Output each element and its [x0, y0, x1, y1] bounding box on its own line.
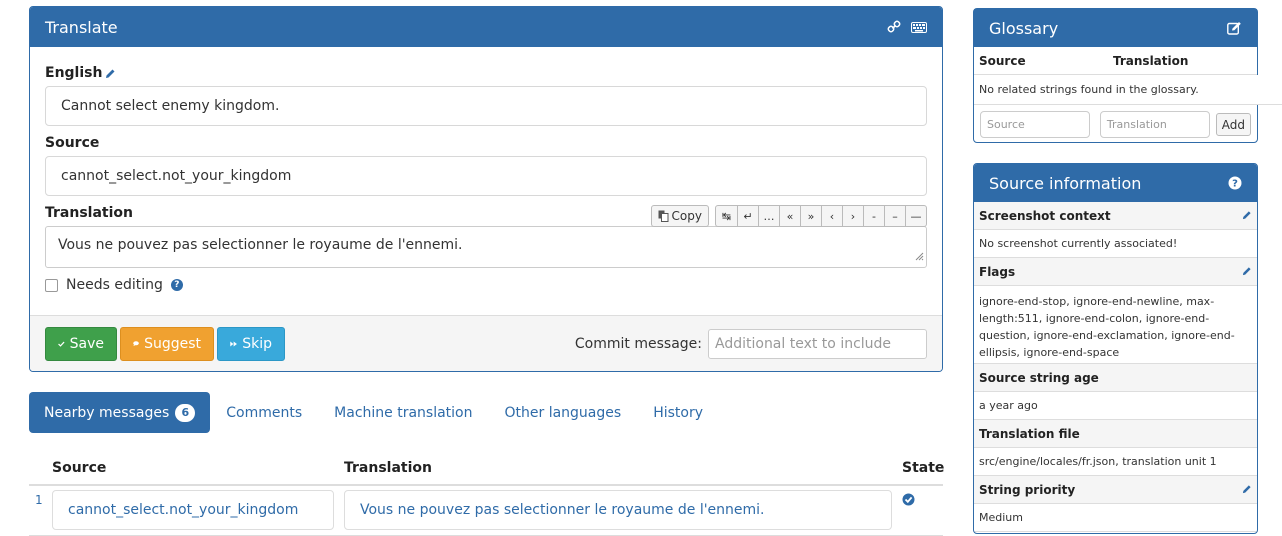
help-icon[interactable]: ?	[1228, 176, 1242, 190]
col-translation-header: Translation	[344, 460, 432, 476]
english-label: English	[45, 65, 103, 81]
char-hyphen-button[interactable]: -	[863, 206, 884, 226]
char-lsaquo-button[interactable]: ‹	[821, 206, 842, 226]
comment-icon	[133, 341, 139, 347]
nearby-count-badge: 6	[175, 403, 196, 422]
translate-header: Translate	[30, 7, 942, 47]
glossary-add-form: Source Translation Add	[974, 105, 1257, 144]
english-text: Cannot select enemy kingdom.	[45, 86, 927, 126]
translate-footer: Save Suggest Skip Commit message: Additi…	[30, 315, 942, 371]
pencil-icon[interactable]	[1242, 483, 1252, 497]
screenshot-context-label: Screenshot context	[979, 208, 1111, 223]
check-icon	[58, 341, 65, 347]
char-rsaquo-button[interactable]: ›	[842, 206, 863, 226]
copy-label: Copy	[671, 209, 702, 223]
source-info-header: Source information ?	[974, 164, 1257, 202]
commit-message-input[interactable]: Additional text to include	[708, 328, 927, 359]
screenshot-context-row: Screenshot context	[974, 202, 1257, 230]
skip-label: Skip	[242, 335, 272, 352]
row-translation-cell[interactable]: Vous ne pouvez pas selectionner le royau…	[344, 490, 892, 530]
char-endash-button[interactable]: –	[884, 206, 905, 226]
col-state-header: State	[902, 460, 945, 476]
row-translation-text: Vous ne pouvez pas selectionner le royau…	[360, 502, 765, 518]
commit-message-row: Commit message: Additional text to inclu…	[574, 328, 927, 359]
source-key: cannot_select.not_your_kingdom	[45, 156, 927, 196]
char-tab-button[interactable]: ↹	[716, 206, 737, 226]
string-priority-row: String priority	[974, 476, 1257, 504]
needs-editing-label[interactable]: Needs editing	[66, 277, 163, 293]
source-label: Source	[45, 135, 100, 151]
special-chars-group: ↹ ↵ … « » ‹ › - – —	[715, 205, 927, 227]
pencil-icon[interactable]	[105, 68, 116, 79]
save-button[interactable]: Save	[45, 326, 117, 361]
english-label-row: English	[45, 64, 927, 82]
translate-title: Translate	[45, 17, 118, 37]
needs-editing-row: Needs editing ?	[45, 277, 927, 293]
glossary-translation-input[interactable]: Translation	[1099, 111, 1210, 138]
source-age-label: Source string age	[974, 364, 1257, 392]
glossary-col-source: Source	[979, 53, 1026, 68]
source-info-title: Source information	[989, 173, 1142, 193]
tab-history[interactable]: History	[637, 392, 719, 433]
copy-button[interactable]: Copy	[650, 205, 709, 227]
table-divider	[29, 484, 943, 486]
flags-label: Flags	[979, 264, 1016, 279]
row-source-text: cannot_select.not_your_kingdom	[68, 502, 299, 518]
string-priority-value: Medium	[974, 504, 1257, 532]
tab-comments[interactable]: Comments	[210, 392, 318, 433]
translation-toolbar: Copy ↹ ↵ … « » ‹ › - – —	[650, 205, 927, 227]
flags-row: Flags	[974, 258, 1257, 286]
resize-grip-icon[interactable]	[914, 249, 924, 265]
row-source-cell[interactable]: cannot_select.not_your_kingdom	[52, 490, 334, 530]
tab-machine-translation[interactable]: Machine translation	[318, 392, 488, 433]
glossary-panel: Glossary Source Translation No related s…	[973, 8, 1282, 144]
glossary-source-input[interactable]: Source	[980, 111, 1090, 138]
translation-text: Vous ne pouvez pas selectionner le royau…	[58, 237, 463, 253]
flags-value: ignore-end-stop, ignore-end-newline, max…	[974, 286, 1257, 364]
tab-nearby-label: Nearby messages	[44, 404, 170, 421]
row-number-link[interactable]: 1	[35, 493, 43, 507]
col-source-header: Source	[52, 460, 107, 476]
char-laquo-button[interactable]: «	[779, 206, 800, 226]
tab-other-languages[interactable]: Other languages	[489, 392, 638, 433]
keyboard-icon[interactable]	[911, 21, 927, 33]
glossary-header: Glossary	[974, 9, 1257, 47]
state-check-icon	[902, 493, 915, 510]
commit-label: Commit message:	[574, 335, 702, 352]
source-information-panel: Source information ? Screenshot context …	[973, 163, 1258, 534]
char-emdash-button[interactable]: —	[905, 206, 926, 226]
translation-file-label: Translation file	[974, 420, 1257, 448]
suggest-button[interactable]: Suggest	[120, 326, 214, 361]
save-label: Save	[69, 335, 104, 352]
char-newline-button[interactable]: ↵	[737, 206, 758, 226]
glossary-col-translation: Translation	[1113, 53, 1189, 68]
fast-forward-icon	[230, 341, 237, 346]
translation-file-value: src/engine/locales/fr.json, translation …	[974, 448, 1257, 476]
screenshot-context-value: No screenshot currently associated!	[974, 230, 1257, 258]
glossary-empty-message: No related strings found in the glossary…	[974, 75, 1282, 105]
char-raquo-button[interactable]: »	[800, 206, 821, 226]
needs-editing-checkbox[interactable]	[45, 278, 58, 292]
svg-text:?: ?	[1232, 179, 1238, 190]
translate-panel: Translate English Cannot select enemy ki…	[29, 6, 943, 372]
translation-textarea[interactable]: Vous ne pouvez pas selectionner le royau…	[45, 226, 927, 268]
skip-button[interactable]: Skip	[217, 326, 285, 361]
pencil-icon[interactable]	[1242, 265, 1252, 279]
help-icon[interactable]: ?	[170, 279, 183, 291]
glossary-add-button[interactable]: Add	[1215, 113, 1251, 136]
copy-icon	[658, 210, 669, 222]
link-icon[interactable]	[887, 20, 901, 34]
glossary-columns: Source Translation	[974, 47, 1257, 75]
pencil-icon[interactable]	[1242, 209, 1252, 223]
suggest-label: Suggest	[144, 335, 201, 352]
string-priority-label: String priority	[979, 482, 1076, 497]
edit-icon[interactable]	[1227, 21, 1242, 35]
source-age-value: a year ago	[974, 392, 1257, 420]
tab-nearby-messages[interactable]: Nearby messages 6	[29, 392, 211, 433]
glossary-title: Glossary	[989, 18, 1059, 38]
translate-body: English Cannot select enemy kingdom. Sou…	[30, 64, 942, 293]
bottom-tabs: Nearby messages 6 Comments Machine trans…	[29, 392, 719, 433]
char-ellipsis-button[interactable]: …	[758, 206, 779, 226]
